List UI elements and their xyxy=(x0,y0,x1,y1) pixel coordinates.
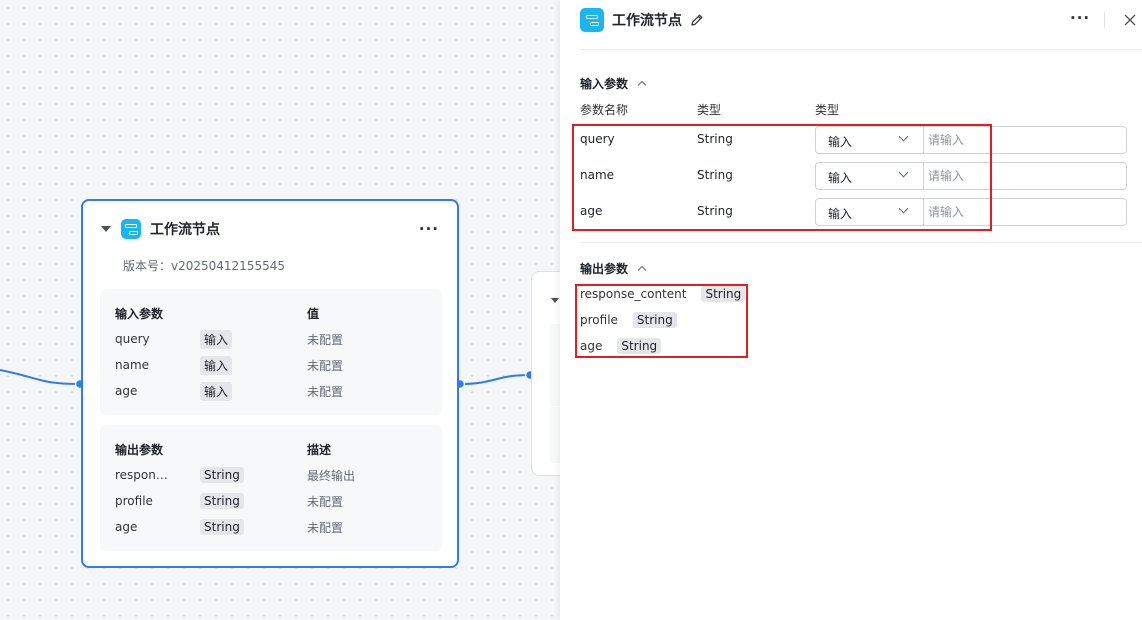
col-type-source: 类型 xyxy=(815,103,840,117)
param-name: respon… xyxy=(115,468,168,482)
desc-heading: 描述 xyxy=(307,442,332,457)
param-value-combo: 输入 xyxy=(815,198,1127,226)
node-title: 工作流节点 xyxy=(150,222,220,238)
node-header: 工作流节点 ··· xyxy=(101,218,439,240)
input-heading: 输入参数 xyxy=(115,306,164,321)
input-section-toggle[interactable]: 输入参数 xyxy=(580,75,647,92)
table-row: respon… String 最终输出 xyxy=(115,465,432,485)
col-param-name: 参数名称 xyxy=(580,103,629,117)
param-type: String xyxy=(697,168,733,182)
value-heading: 值 xyxy=(307,306,320,321)
param-name: age xyxy=(115,384,138,398)
output-name: response_content xyxy=(580,287,687,301)
output-block-header: 输出参数 描述 xyxy=(115,439,432,459)
param-value-combo: 输入 xyxy=(815,162,1127,190)
param-type-tag: String xyxy=(200,493,244,509)
param-row: age String 输入 xyxy=(580,198,1130,226)
param-type-tag: String xyxy=(200,467,244,483)
chevron-down-icon xyxy=(898,167,909,178)
param-name: profile xyxy=(115,494,153,508)
table-row: age String 未配置 xyxy=(115,517,432,537)
panel-header: 工作流节点 xyxy=(580,8,1142,32)
source-select-value: 输入 xyxy=(828,135,853,149)
output-row: profile String xyxy=(580,310,677,330)
table-row: age 输入 未配置 xyxy=(115,381,432,401)
output-type-tag: String xyxy=(701,286,746,302)
panel-title: 工作流节点 xyxy=(612,13,682,29)
param-name: query xyxy=(580,132,615,146)
param-value: 未配置 xyxy=(307,384,344,399)
table-row: profile String 未配置 xyxy=(115,491,432,511)
table-row: query 输入 未配置 xyxy=(115,329,432,349)
header-separator xyxy=(1104,12,1105,28)
collapse-caret-icon[interactable] xyxy=(551,298,559,303)
more-icon[interactable]: ··· xyxy=(419,221,439,237)
output-name: age xyxy=(580,339,603,353)
param-type: String xyxy=(697,132,733,146)
node-input-block: 输入参数 值 query 输入 未配置 name 输入 未配置 age 输入 未… xyxy=(100,289,442,415)
output-row: response_content String xyxy=(580,284,746,304)
workflow-icon xyxy=(580,8,604,32)
output-row: age String xyxy=(580,336,662,356)
workflow-canvas[interactable]: 工作流节点 ··· 版本号：v20250412155545 输入参数 值 que… xyxy=(0,0,591,620)
more-icon[interactable]: ··· xyxy=(1070,11,1090,26)
param-name: age xyxy=(115,520,138,534)
param-type: String xyxy=(697,204,733,218)
section-divider xyxy=(580,242,1142,243)
chevron-down-icon xyxy=(898,131,909,142)
output-type-tag: String xyxy=(632,312,677,328)
param-value-input[interactable] xyxy=(928,130,1118,150)
param-value-input[interactable] xyxy=(928,166,1118,186)
param-value-input[interactable] xyxy=(928,202,1118,222)
output-heading: 输出参数 xyxy=(115,442,164,457)
chevron-up-icon xyxy=(637,265,647,275)
param-value: 未配置 xyxy=(307,332,344,347)
close-icon[interactable] xyxy=(1124,14,1136,26)
param-type-tag: String xyxy=(200,519,244,535)
source-select[interactable]: 输入 xyxy=(816,127,924,153)
workflow-node-card[interactable]: 工作流节点 ··· 版本号：v20250412155545 输入参数 值 que… xyxy=(81,199,459,568)
source-select-value: 输入 xyxy=(828,207,853,221)
source-select[interactable]: 输入 xyxy=(816,163,924,189)
param-row: query String 输入 xyxy=(580,126,1130,154)
table-row: name 输入 未配置 xyxy=(115,355,432,375)
header-divider xyxy=(580,49,1142,50)
source-select-value: 输入 xyxy=(828,171,853,185)
input-block-header: 输入参数 值 xyxy=(115,303,432,323)
node-config-panel: 工作流节点 ··· 输入参数 参数名称 类型 类型 query String 输… xyxy=(560,0,1142,620)
workflow-icon xyxy=(121,219,141,239)
output-name: profile xyxy=(580,313,618,327)
col-type: 类型 xyxy=(697,103,722,117)
input-section-title: 输入参数 xyxy=(580,77,629,91)
param-type-tag: 输入 xyxy=(200,329,233,349)
output-section-title: 输出参数 xyxy=(580,262,629,276)
param-type-tag: 输入 xyxy=(200,355,233,375)
edge-outgoing xyxy=(459,374,531,385)
param-name: name xyxy=(115,358,150,372)
node-version: 版本号：v20250412155545 xyxy=(123,259,285,273)
chevron-down-icon xyxy=(898,203,909,214)
param-desc: 未配置 xyxy=(307,494,344,509)
chevron-up-icon xyxy=(637,80,647,90)
param-name: age xyxy=(580,204,603,218)
output-type-tag: String xyxy=(617,338,662,354)
param-value-combo: 输入 xyxy=(815,126,1127,154)
edit-icon[interactable] xyxy=(690,13,704,27)
param-name: query xyxy=(115,332,150,346)
node-output-block: 输出参数 描述 respon… String 最终输出 profile Stri… xyxy=(100,425,442,551)
param-type-tag: 输入 xyxy=(200,381,233,401)
param-row: name String 输入 xyxy=(580,162,1130,190)
collapse-caret-icon[interactable] xyxy=(101,226,111,232)
source-select[interactable]: 输入 xyxy=(816,199,924,225)
param-desc: 最终输出 xyxy=(307,468,356,483)
param-value: 未配置 xyxy=(307,358,344,373)
output-section-toggle[interactable]: 输出参数 xyxy=(580,260,647,277)
param-name: name xyxy=(580,168,615,182)
edge-incoming xyxy=(0,369,81,385)
param-desc: 未配置 xyxy=(307,520,344,535)
